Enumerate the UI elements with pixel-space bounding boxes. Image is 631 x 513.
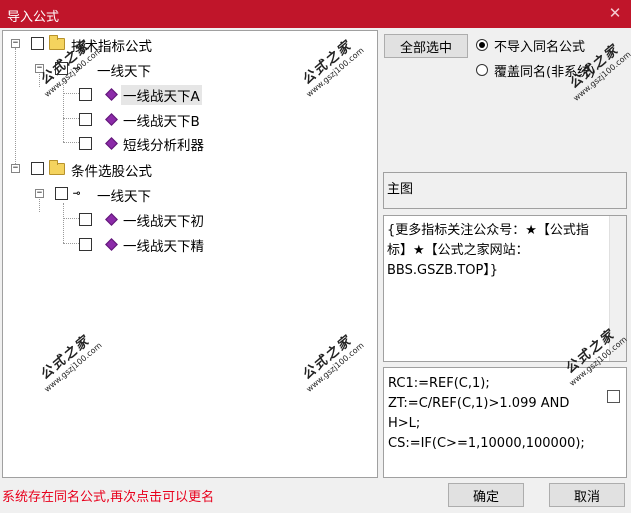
- watermark: 公式之家 www.gszj100.com: [299, 333, 366, 394]
- collapse-icon[interactable]: −: [35, 189, 44, 198]
- key-icon: ⊸: [73, 186, 81, 200]
- code-checkbox[interactable]: [607, 390, 620, 403]
- tree-node-label: 一线战天下B: [123, 114, 200, 130]
- formula-icon: [105, 238, 118, 251]
- tree-node-label: 一线战天下精: [123, 239, 204, 255]
- formula-icon: [105, 113, 118, 126]
- tree-node-label: 一线战天下A: [121, 85, 202, 105]
- tree-node-label: 一线天下: [97, 189, 151, 205]
- tree-checkbox[interactable]: [79, 113, 92, 126]
- tree-checkbox[interactable]: [79, 213, 92, 226]
- formula-icon: [105, 213, 118, 226]
- dialog-title: 导入公式: [7, 10, 60, 25]
- tree-node-group[interactable]: − ⊸ 一线天下: [3, 185, 203, 205]
- ok-button[interactable]: 确定: [448, 483, 524, 507]
- formula-icon: [105, 137, 118, 150]
- folder-icon: [49, 35, 65, 50]
- tree-checkbox[interactable]: [55, 187, 68, 200]
- collapse-icon[interactable]: −: [11, 39, 20, 48]
- tree-node-label: 条件选股公式: [71, 164, 152, 180]
- radio-skip-label: 不导入同名公式: [494, 40, 586, 55]
- tree-checkbox[interactable]: [31, 37, 44, 50]
- tree-node-formula[interactable]: 一线战天下A: [3, 85, 223, 105]
- tree-checkbox[interactable]: [79, 238, 92, 251]
- tree-node-formula[interactable]: 一线战天下精: [3, 235, 223, 255]
- collapse-icon[interactable]: −: [11, 164, 20, 173]
- watermark: 公式之家 www.gszj100.com: [37, 333, 104, 394]
- title-bar: 导入公式 ✕: [0, 0, 631, 28]
- radio-overwrite-icon[interactable]: [476, 64, 488, 76]
- tree-node-label: 短线分析利器: [123, 138, 204, 154]
- description-text: {更多指标关注公众号：★【公式指标】★【公式之家网站：BBS.GSZB.TOP】…: [387, 223, 589, 278]
- watermark: 公式之家 www.gszj100.com: [299, 38, 366, 99]
- tree-node-label: 一线战天下初: [123, 214, 204, 230]
- tree-checkbox[interactable]: [79, 137, 92, 150]
- chart-type-label: 主图: [387, 182, 414, 197]
- radio-skip-icon[interactable]: [476, 39, 488, 51]
- chart-type-field: 主图: [383, 172, 627, 209]
- cancel-button[interactable]: 取消: [549, 483, 625, 507]
- tree-node-formula[interactable]: 短线分析利器: [3, 134, 223, 154]
- status-message: 系统存在同名公式,再次点击可以更名: [2, 490, 215, 505]
- tree-node-screening-folder[interactable]: − 条件选股公式: [3, 160, 203, 180]
- tree-checkbox[interactable]: [79, 88, 92, 101]
- tree-checkbox[interactable]: [31, 162, 44, 175]
- tree-node-label: 一线天下: [97, 64, 151, 80]
- formula-tree[interactable]: − 技术指标公式 − ⊸ 一线天下 一线战天下A 一线战天下B 短线分析利器 −…: [2, 30, 378, 478]
- folder-icon: [49, 160, 65, 175]
- select-all-button[interactable]: 全部选中: [384, 34, 468, 58]
- import-formula-dialog: 导入公式 ✕ − 技术指标公式 − ⊸ 一线天下 一线战天下A 一线战天下B 短…: [0, 0, 631, 513]
- tree-node-formula[interactable]: 一线战天下初: [3, 210, 223, 230]
- close-icon[interactable]: ✕: [607, 5, 623, 21]
- tree-node-formula[interactable]: 一线战天下B: [3, 110, 223, 130]
- formula-code-text: RC1:=REF(C,1); ZT:=C/REF(C,1)>1.099 AND …: [388, 376, 585, 451]
- formula-icon: [105, 88, 118, 101]
